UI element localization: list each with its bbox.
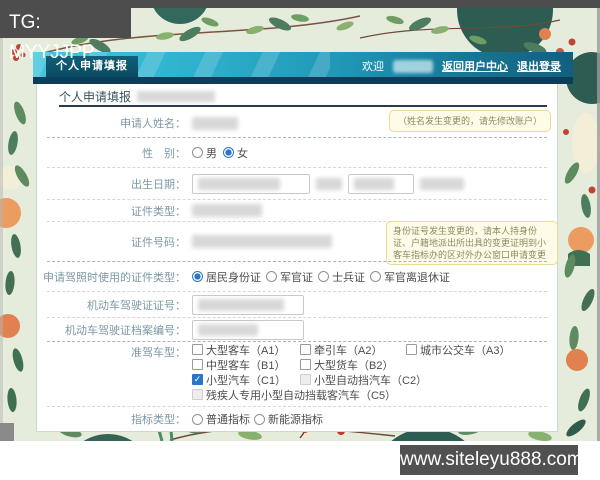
return-user-center-link[interactable]: 返回用户中心 — [442, 58, 508, 74]
checkbox-disabled-icon — [192, 389, 203, 400]
option-label: 普通指标 — [206, 414, 250, 426]
logout-link[interactable]: 退出登录 — [517, 58, 561, 74]
id-change-note: 身份证号发生变更的，请本人持身份证、户籍地派出所出具的变更证明到小客车指标办的区… — [386, 221, 558, 265]
vehicle-option-a1[interactable]: 大型客车（A1） — [192, 342, 300, 358]
option-label: 牵引车（A2） — [314, 344, 383, 357]
site-watermark-badge: www.siteleyu888.com — [400, 445, 583, 475]
row-indicator-type: 指标类型： 普通指标 新能源指标 — [37, 407, 557, 431]
radio-icon[interactable] — [192, 147, 203, 158]
radio-selected-icon[interactable] — [223, 147, 234, 158]
header-user-area: 欢迎 返回用户中心 退出登录 — [362, 58, 561, 74]
redacted-birth-year — [198, 177, 280, 190]
applicant-name-label: 申请人姓名： — [120, 118, 186, 130]
redacted-username — [393, 59, 433, 73]
redacted-title-suffix — [137, 91, 216, 102]
license-doc-option-resident-id[interactable]: 居民身份证 — [192, 269, 261, 285]
radio-icon[interactable] — [254, 413, 265, 425]
option-label: 军官证 — [280, 271, 313, 284]
redacted-id-number — [192, 235, 332, 248]
vehicle-option-c1[interactable]: 小型汽车（C1） — [192, 372, 300, 388]
option-label: 军官离退休证 — [384, 271, 450, 284]
redacted-birth-month — [354, 177, 394, 190]
dl-file-number-input[interactable] — [192, 319, 304, 340]
gender-option-label: 男 — [206, 147, 217, 160]
row-vehicle-types: 准驾车型： 大型客车（A1） 牵引车（A2） 城市公交车（A3） 中型客车（B1… — [37, 342, 557, 406]
vehicle-types-label: 准驾车型： — [131, 347, 186, 359]
checkbox-disabled-icon — [300, 374, 311, 385]
redacted-applicant-name — [192, 116, 238, 130]
gender-option-male[interactable]: 男 — [192, 145, 217, 161]
name-change-note: （姓名发生变更的，请先修改账户） — [389, 110, 551, 132]
option-label: 小型汽车（C1） — [206, 374, 287, 387]
option-label: 残疾人专用小型自动挡载客汽车（C5） — [206, 389, 397, 402]
redacted-birth-text — [316, 177, 342, 190]
birth-date-label: 出生日期： — [131, 178, 186, 191]
license-doc-option-officer[interactable]: 军官证 — [266, 269, 313, 285]
option-label: 士兵证 — [332, 271, 365, 284]
indicator-type-label: 指标类型： — [131, 414, 186, 426]
license-doc-type-label: 申请驾照时使用的证件类型： — [43, 271, 186, 284]
checkbox-icon[interactable] — [406, 344, 417, 355]
option-label: 新能源指标 — [268, 414, 323, 426]
checkbox-icon[interactable] — [192, 344, 203, 355]
redacted-dl-file-number — [198, 323, 258, 336]
option-label: 小型自动挡汽车（C2） — [314, 374, 428, 387]
id-type-label: 证件类型： — [131, 205, 186, 218]
row-dl-number: 机动车驾驶证证号： — [37, 292, 557, 317]
gender-option-label: 女 — [237, 147, 248, 160]
row-license-doc-type: 申请驾照时使用的证件类型： 居民身份证 军官证 士兵证 军官离退休证 — [37, 262, 557, 291]
title-rule — [59, 105, 547, 107]
row-gender: 性 别： 男 女 — [37, 138, 557, 167]
birth-month-field[interactable] — [348, 173, 414, 194]
page-title: 个人申请填报 — [59, 88, 216, 105]
radio-icon[interactable] — [192, 413, 203, 425]
vehicle-option-c5[interactable]: 残疾人专用小型自动挡载客汽车（C5） — [192, 387, 396, 403]
redacted-id-type — [192, 204, 262, 217]
indicator-option-ordinary[interactable]: 普通指标 — [192, 411, 250, 427]
page-title-text: 个人申请填报 — [59, 90, 132, 104]
radio-icon[interactable] — [266, 271, 277, 282]
header-bar: 个人申请填报 欢迎 返回用户中心 退出登录 — [33, 52, 573, 84]
gender-label: 性 别： — [142, 147, 186, 160]
option-label: 居民身份证 — [206, 271, 261, 284]
radio-selected-icon[interactable] — [192, 271, 203, 282]
indicator-option-new-energy[interactable]: 新能源指标 — [254, 411, 323, 427]
license-doc-option-soldier[interactable]: 士兵证 — [318, 269, 365, 285]
dl-number-input[interactable] — [192, 294, 304, 315]
option-label: 城市公交车（A3） — [420, 344, 511, 357]
top-gray-strip — [0, 0, 600, 8]
vehicle-option-b1[interactable]: 中型客车（B1） — [192, 357, 300, 373]
vehicle-option-a3[interactable]: 城市公交车（A3） — [406, 342, 510, 358]
checkbox-icon[interactable] — [192, 359, 203, 370]
radio-icon[interactable] — [318, 271, 329, 282]
row-dl-file-number: 机动车驾驶证档案编号： — [37, 318, 557, 341]
checkbox-icon[interactable] — [300, 344, 311, 355]
row-id-type: 证件类型： — [37, 200, 557, 221]
row-birth-date: 出生日期： — [37, 168, 557, 199]
checkbox-checked-icon[interactable] — [192, 374, 203, 385]
dl-file-number-label: 机动车驾驶证档案编号： — [65, 324, 186, 337]
option-label: 大型客车（A1） — [206, 344, 286, 357]
license-doc-option-retired-officer[interactable]: 军官离退休证 — [370, 269, 450, 285]
vehicle-option-b2[interactable]: 大型货车（B2） — [300, 357, 393, 373]
application-form-panel: 个人申请填报 申请人姓名： （姓名发生变更的，请先修改账户） 性 别： 男 女 … — [36, 84, 558, 432]
option-label: 大型货车（B2） — [314, 359, 394, 372]
redacted-dl-number — [198, 298, 284, 311]
tg-watermark-badge: TG: MYYJJPP — [0, 8, 131, 63]
vehicle-option-a2[interactable]: 牵引车（A2） — [300, 342, 406, 358]
welcome-label: 欢迎 — [362, 61, 384, 73]
option-label: 中型客车（B1） — [206, 359, 286, 372]
gender-option-female[interactable]: 女 — [223, 145, 248, 161]
redacted-birth-day — [420, 177, 464, 190]
radio-icon[interactable] — [370, 271, 381, 282]
birth-year-field[interactable] — [192, 173, 310, 194]
vehicle-option-c2[interactable]: 小型自动挡汽车（C2） — [300, 372, 427, 388]
id-number-label: 证件号码： — [131, 236, 186, 249]
dl-number-label: 机动车驾驶证证号： — [87, 299, 186, 312]
checkbox-icon[interactable] — [300, 359, 311, 370]
